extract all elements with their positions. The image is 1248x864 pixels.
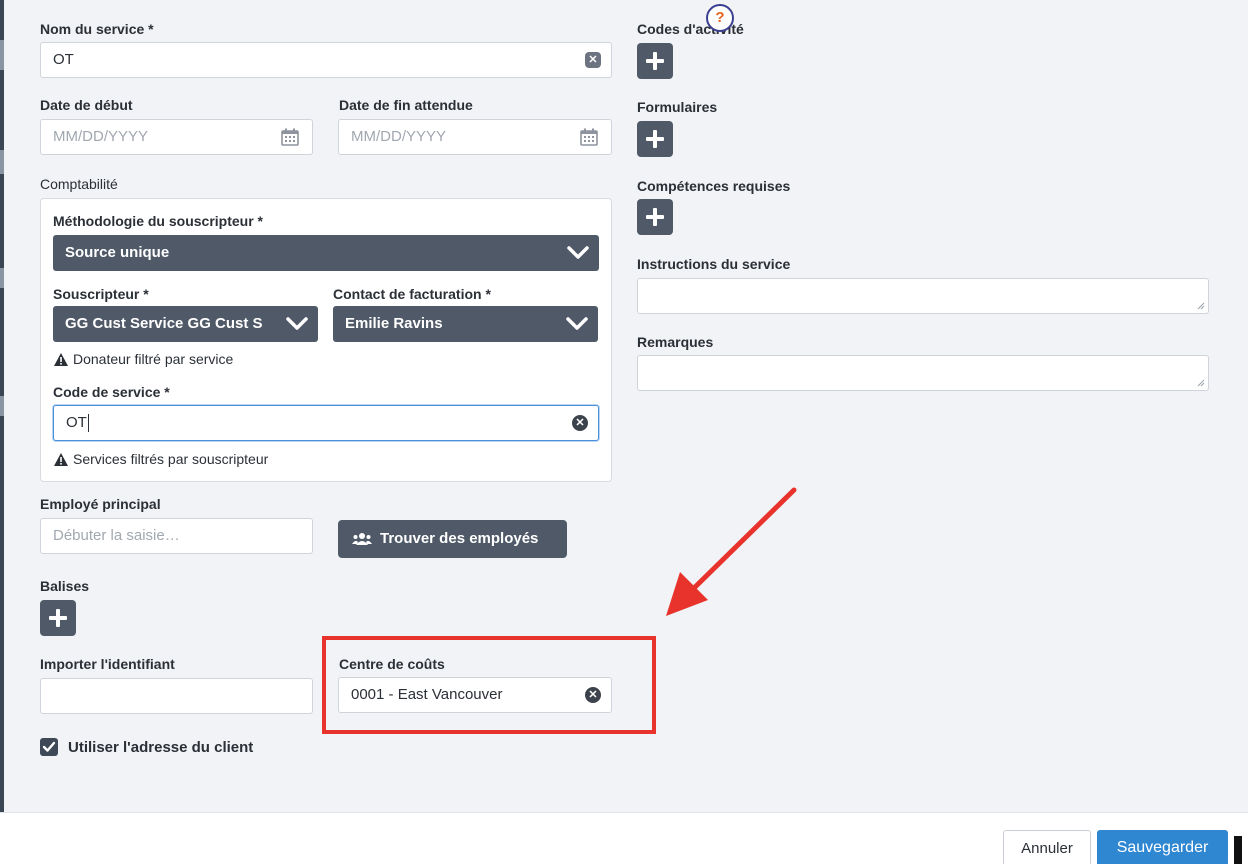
- date-debut-placeholder: MM/DD/YYYY: [53, 128, 149, 145]
- add-form-button[interactable]: [637, 121, 673, 157]
- add-activity-code-button[interactable]: [637, 43, 673, 79]
- contact-value: Emilie Ravins: [345, 315, 443, 332]
- instructions-label: Instructions du service: [637, 256, 791, 272]
- resize-grip-icon[interactable]: [1197, 379, 1205, 387]
- calendar-icon[interactable]: [580, 128, 598, 146]
- service-form-page: Nom du service * OT ✕ Date de début MM/D…: [0, 0, 1248, 864]
- competences-label: Compétences requises: [637, 178, 791, 194]
- code-service-value: OT: [66, 414, 87, 431]
- red-arrow-icon: [666, 487, 797, 616]
- importer-identifiant-label: Importer l'identifiant: [40, 656, 175, 672]
- importer-identifiant-input[interactable]: [40, 678, 313, 714]
- code-service-input[interactable]: OT: [53, 405, 599, 441]
- chevron-down-icon: [567, 246, 589, 259]
- formulaires-label: Formulaires: [637, 99, 718, 115]
- highlight-box: [322, 636, 656, 734]
- balises-label: Balises: [40, 578, 90, 594]
- contact-select[interactable]: Emilie Ravins: [333, 306, 598, 342]
- checkmark-icon: [42, 741, 56, 752]
- employe-principal-input[interactable]: Débuter la saisie…: [40, 518, 313, 554]
- comptabilite-label: Comptabilité: [40, 176, 118, 192]
- nom-service-label: Nom du service *: [40, 21, 154, 37]
- methodologie-value: Source unique: [65, 244, 170, 261]
- add-tag-button[interactable]: [40, 600, 76, 636]
- remarques-textarea[interactable]: [637, 355, 1209, 391]
- code-service-label: Code de service *: [53, 384, 170, 400]
- use-client-address-label[interactable]: Utiliser l'adresse du client: [68, 739, 253, 756]
- date-fin-label: Date de fin attendue: [339, 97, 473, 113]
- donateur-warning-text: Donateur filtré par service: [73, 351, 234, 367]
- find-employees-button[interactable]: Trouver des employés: [338, 520, 567, 558]
- employe-principal-placeholder: Débuter la saisie…: [53, 527, 180, 544]
- warning-icon: [54, 352, 68, 366]
- clear-icon[interactable]: ✕: [585, 52, 601, 68]
- souscripteur-value: GG Cust Service GG Cust S: [65, 315, 263, 332]
- use-client-address-checkbox[interactable]: [40, 738, 58, 756]
- instructions-textarea[interactable]: [637, 278, 1209, 314]
- date-fin-input[interactable]: MM/DD/YYYY: [338, 119, 612, 155]
- employe-principal-label: Employé principal: [40, 496, 161, 512]
- warning-icon: [54, 452, 68, 466]
- contact-label: Contact de facturation *: [333, 286, 491, 302]
- text-caret: [87, 414, 89, 433]
- find-employees-label: Trouver des employés: [380, 530, 539, 547]
- methodologie-label: Méthodologie du souscripteur *: [53, 213, 264, 229]
- window-edge: [1234, 836, 1242, 864]
- chevron-down-icon: [286, 317, 308, 330]
- nom-service-value: OT: [53, 51, 74, 68]
- services-warning-text: Services filtrés par souscripteur: [73, 451, 269, 467]
- methodologie-select[interactable]: Source unique: [53, 235, 599, 271]
- nom-service-input[interactable]: OT: [40, 42, 612, 78]
- date-debut-input[interactable]: MM/DD/YYYY: [40, 119, 313, 155]
- remarques-label: Remarques: [637, 334, 714, 350]
- services-warning: Services filtrés par souscripteur: [53, 451, 268, 467]
- souscripteur-select[interactable]: GG Cust Service GG Cust S: [53, 306, 318, 342]
- clear-icon[interactable]: ✕: [572, 415, 588, 431]
- cancel-button[interactable]: Annuler: [1003, 830, 1091, 864]
- souscripteur-label: Souscripteur *: [53, 286, 149, 302]
- donateur-warning: Donateur filtré par service: [53, 351, 233, 367]
- users-icon: [352, 533, 372, 545]
- left-edge: [0, 0, 4, 864]
- date-debut-label: Date de début: [40, 97, 133, 113]
- calendar-icon[interactable]: [281, 128, 299, 146]
- chevron-down-icon: [566, 317, 588, 330]
- save-button[interactable]: Sauvegarder: [1097, 830, 1228, 864]
- help-icon[interactable]: ?: [706, 4, 734, 32]
- resize-grip-icon[interactable]: [1197, 302, 1205, 310]
- date-fin-placeholder: MM/DD/YYYY: [351, 128, 447, 145]
- add-skill-button[interactable]: [637, 199, 673, 235]
